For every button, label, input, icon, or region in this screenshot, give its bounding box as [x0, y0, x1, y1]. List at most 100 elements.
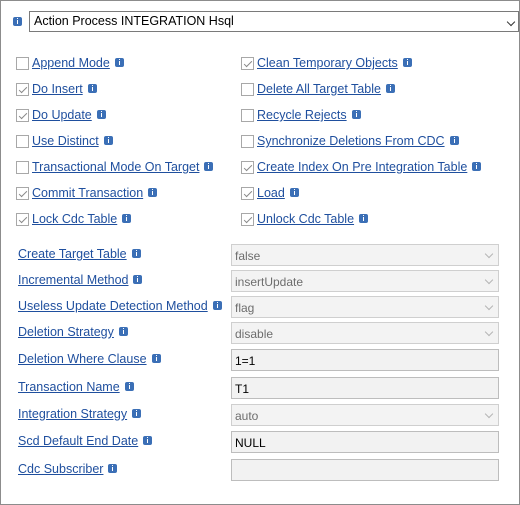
info-icon[interactable]: [132, 408, 142, 418]
checkbox-load[interactable]: Load: [241, 186, 299, 200]
info-icon[interactable]: [385, 83, 395, 93]
checkbox-box[interactable]: [16, 160, 29, 174]
info-icon[interactable]: [402, 57, 412, 67]
field-label-link[interactable]: Create Target Table: [18, 247, 127, 261]
field-label-link[interactable]: Deletion Where Clause: [18, 352, 147, 366]
checkbox-create-index-on-pre-integration-table[interactable]: Create Index On Pre Integration Table: [241, 160, 482, 174]
info-icon[interactable]: [124, 381, 134, 391]
info-icon[interactable]: [449, 135, 459, 145]
info-icon[interactable]: [13, 17, 22, 26]
checkbox-label-link[interactable]: Transactional Mode On Target: [32, 160, 199, 174]
info-icon[interactable]: [359, 213, 369, 223]
checkbox-box[interactable]: [241, 82, 254, 96]
incremental-method-select[interactable]: insertUpdate: [231, 270, 499, 292]
checkbox-append-mode[interactable]: Append Mode: [16, 56, 124, 70]
info-icon[interactable]: [103, 135, 113, 145]
checkbox-synchronize-deletions-from-cdc[interactable]: Synchronize Deletions From CDC: [241, 134, 459, 148]
checkbox-box[interactable]: [241, 160, 254, 174]
checkbox-label-link[interactable]: Clean Temporary Objects: [257, 56, 398, 70]
checkbox-label-link[interactable]: Recycle Rejects: [257, 108, 347, 122]
checkbox-label-link[interactable]: Do Insert: [32, 82, 83, 96]
field-label-link[interactable]: Cdc Subscriber: [18, 462, 103, 476]
checkbox-label-link[interactable]: Commit Transaction: [32, 186, 143, 200]
info-icon[interactable]: [122, 213, 132, 223]
chevron-down-icon: [484, 301, 494, 311]
checkbox-unlock-cdc-table[interactable]: Unlock Cdc Table: [241, 212, 369, 226]
checkbox-lock-cdc-table[interactable]: Lock Cdc Table: [16, 212, 132, 226]
chevron-down-icon: [484, 409, 494, 419]
checkbox-label-link[interactable]: Unlock Cdc Table: [257, 212, 354, 226]
info-icon[interactable]: [108, 463, 118, 473]
checkbox-box[interactable]: [16, 186, 29, 200]
info-icon[interactable]: [148, 187, 158, 197]
checkbox-label-link[interactable]: Append Mode: [32, 56, 110, 70]
field-label-link[interactable]: Scd Default End Date: [18, 434, 138, 448]
checkbox-label-link[interactable]: Delete All Target Table: [257, 82, 381, 96]
info-icon[interactable]: [87, 83, 97, 93]
checkbox-label-link[interactable]: Lock Cdc Table: [32, 212, 117, 226]
chevron-down-icon: [484, 327, 494, 337]
checkbox-transactional-mode-on-target[interactable]: Transactional Mode On Target: [16, 160, 214, 174]
checkbox-label-link[interactable]: Create Index On Pre Integration Table: [257, 160, 467, 174]
checkbox-do-update[interactable]: Do Update: [16, 108, 106, 122]
checkbox-recycle-rejects[interactable]: Recycle Rejects: [241, 108, 361, 122]
chevron-down-icon: [484, 249, 494, 259]
checkbox-commit-transaction[interactable]: Commit Transaction: [16, 186, 158, 200]
scd-default-end-date-input[interactable]: NULL: [231, 431, 499, 453]
incremental-method-label: Incremental Method: [18, 273, 143, 287]
info-icon[interactable]: [472, 161, 482, 171]
info-icon[interactable]: [114, 57, 124, 67]
checkbox-box[interactable]: [241, 108, 254, 122]
info-icon[interactable]: [96, 109, 106, 119]
field-value: auto: [235, 409, 259, 423]
checkbox-box[interactable]: [241, 212, 254, 226]
field-label-link[interactable]: Integration Strategy: [18, 407, 127, 421]
scd-default-end-date-label: Scd Default End Date: [18, 434, 153, 448]
transaction-name-label: Transaction Name: [18, 380, 134, 394]
info-icon[interactable]: [351, 109, 361, 119]
chevron-down-icon: [506, 17, 516, 27]
checkbox-label-link[interactable]: Load: [257, 186, 285, 200]
field-label-link[interactable]: Useless Update Detection Method: [18, 299, 208, 313]
checkbox-clean-temporary-objects[interactable]: Clean Temporary Objects: [241, 56, 412, 70]
checkbox-do-insert[interactable]: Do Insert: [16, 82, 97, 96]
field-value: disable: [235, 327, 274, 341]
action-process-select[interactable]: Action Process INTEGRATION Hsql: [29, 11, 519, 32]
checkbox-label-link[interactable]: Use Distinct: [32, 134, 99, 148]
checkbox-box[interactable]: [16, 82, 29, 96]
checkbox-delete-all-target-table[interactable]: Delete All Target Table: [241, 82, 395, 96]
info-icon[interactable]: [131, 248, 141, 258]
useless-update-detection-method-select[interactable]: flag: [231, 296, 499, 318]
transaction-name-input[interactable]: T1: [231, 377, 499, 399]
field-label-link[interactable]: Deletion Strategy: [18, 325, 114, 339]
info-icon[interactable]: [204, 161, 214, 171]
deletion-where-clause-input[interactable]: 1=1: [231, 349, 499, 371]
field-label-link[interactable]: Incremental Method: [18, 273, 128, 287]
checkbox-box[interactable]: [16, 212, 29, 226]
integration-strategy-select[interactable]: auto: [231, 404, 499, 426]
checkbox-box[interactable]: [241, 134, 254, 148]
cdc-subscriber-input[interactable]: [231, 459, 499, 481]
deletion-where-clause-label: Deletion Where Clause: [18, 352, 161, 366]
field-value: flag: [235, 301, 255, 315]
checkbox-box[interactable]: [241, 186, 254, 200]
checkbox-box[interactable]: [241, 56, 254, 70]
info-icon[interactable]: [151, 353, 161, 363]
create-target-table-select[interactable]: false: [231, 244, 499, 266]
info-icon[interactable]: [289, 187, 299, 197]
checkbox-label-link[interactable]: Synchronize Deletions From CDC: [257, 134, 445, 148]
create-target-table-label: Create Target Table: [18, 247, 141, 261]
checkbox-use-distinct[interactable]: Use Distinct: [16, 134, 113, 148]
field-label-link[interactable]: Transaction Name: [18, 380, 120, 394]
info-icon[interactable]: [133, 274, 143, 284]
checkbox-box[interactable]: [16, 134, 29, 148]
chevron-down-icon: [484, 275, 494, 285]
checkbox-box[interactable]: [16, 108, 29, 122]
deletion-strategy-select[interactable]: disable: [231, 322, 499, 344]
info-icon[interactable]: [118, 326, 128, 336]
action-process-value: Action Process INTEGRATION Hsql: [34, 14, 234, 28]
info-icon[interactable]: [212, 300, 222, 310]
info-icon[interactable]: [143, 435, 153, 445]
checkbox-box[interactable]: [16, 56, 29, 70]
checkbox-label-link[interactable]: Do Update: [32, 108, 92, 122]
